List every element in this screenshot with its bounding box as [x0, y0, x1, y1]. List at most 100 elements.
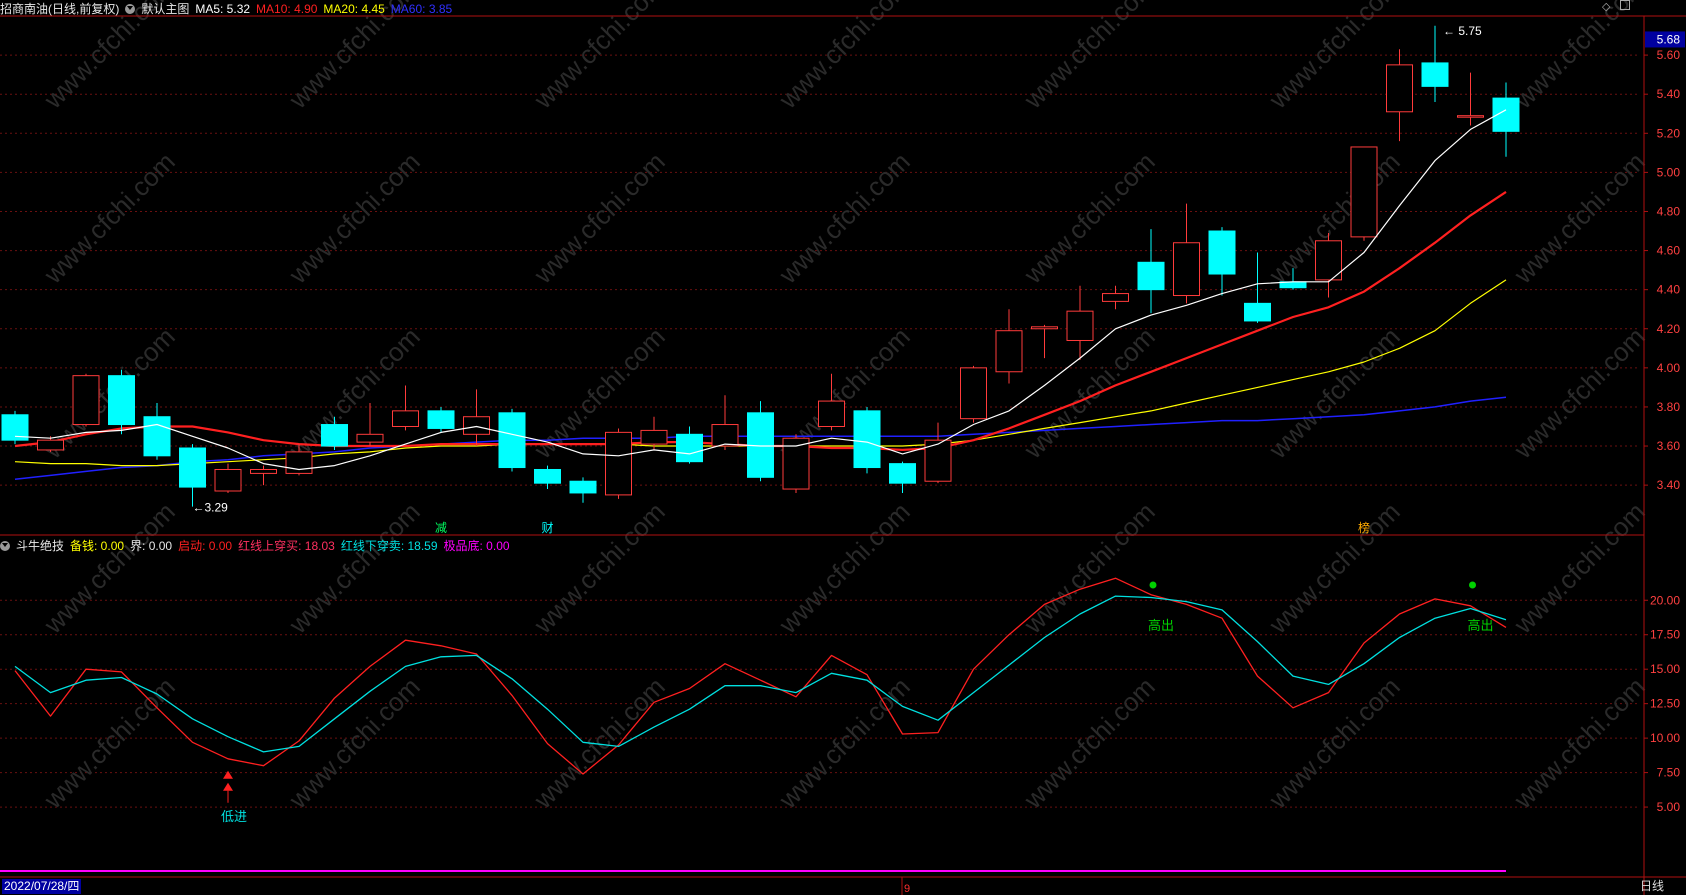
- indicator-dropdown-icon[interactable]: [0, 541, 10, 551]
- candle-body-up: [37, 439, 64, 451]
- main-tick-label: 3.40: [1657, 478, 1681, 492]
- chart-name[interactable]: 默认主图: [141, 2, 189, 16]
- ma60-label: MA60: 3.85: [390, 2, 453, 16]
- event-marker: 财: [541, 521, 553, 535]
- up-cross-label: 红线上穿买: 18.03: [238, 539, 335, 553]
- candle: [427, 406, 455, 433]
- candle-body-up: [1173, 242, 1200, 297]
- sell-signal-label: 高出: [1148, 618, 1174, 633]
- indicator-tick-label: 5.00: [1657, 800, 1681, 814]
- sell-signal-label: 高出: [1467, 618, 1493, 633]
- restore-window-icon[interactable]: [1620, 0, 1630, 10]
- indicator-name[interactable]: 斗牛绝技: [16, 539, 64, 553]
- min-price-label: ←3.29: [193, 501, 229, 515]
- main-tick-label: 5.20: [1657, 126, 1681, 140]
- indicator-tick-label: 15.00: [1650, 662, 1680, 676]
- jie-label: 界: 0.00: [130, 539, 173, 553]
- candle-body-up: [1031, 326, 1058, 330]
- main-tick-label: 4.00: [1657, 361, 1681, 375]
- candle-body-down: [853, 410, 881, 469]
- candle-body-up: [214, 468, 242, 492]
- indicator-header: 斗牛绝技 备钱: 0.00 界: 0.00 启动: 0.00 红线上穿买: 18.03 红…: [0, 537, 516, 554]
- indicator-tick-label: 20.00: [1650, 593, 1680, 607]
- main-tick-label: 4.80: [1657, 204, 1681, 218]
- main-tick-label: 4.60: [1657, 244, 1681, 258]
- candle-body-up: [463, 416, 490, 435]
- main-tick-label: 3.60: [1657, 439, 1681, 453]
- candle-body-up: [356, 433, 384, 443]
- main-tick-label: 3.80: [1657, 400, 1681, 414]
- period-tab[interactable]: 日线: [1640, 879, 1664, 894]
- diamond-icon[interactable]: ◇: [1602, 0, 1610, 13]
- beixian-label: 备钱: 0.00: [70, 539, 125, 553]
- main-tick-label: 5.40: [1657, 87, 1681, 101]
- candle-body-up: [640, 429, 668, 445]
- candle: [108, 369, 135, 435]
- main-tick-label: 5.00: [1657, 165, 1681, 179]
- candle-body-down: [676, 433, 703, 463]
- candle: [782, 434, 810, 493]
- candle-body-up: [960, 367, 987, 420]
- candle-body-up: [392, 410, 419, 427]
- candle-body-down: [569, 480, 597, 494]
- candle-body-up: [1350, 146, 1378, 238]
- candle-body-down: [1244, 302, 1271, 322]
- indicator-tick-label: 17.50: [1650, 628, 1680, 642]
- candle: [853, 406, 881, 474]
- main-tick-label: 4.40: [1657, 283, 1681, 297]
- ma10-label: MA10: 4.90: [256, 2, 318, 16]
- current-price-label: 5.68: [1657, 32, 1681, 46]
- candle-body-down: [179, 447, 206, 488]
- candle: [605, 428, 632, 499]
- indicator-tick-label: 10.00: [1650, 731, 1680, 745]
- candle-body-down: [1137, 261, 1165, 291]
- bottom-label: 极品底: 0.00: [443, 539, 510, 553]
- down-cross-label: 红线下穿卖: 18.59: [340, 539, 438, 553]
- candle-body-up: [605, 431, 632, 496]
- candle: [1, 410, 29, 445]
- candle-body-up: [1102, 293, 1129, 302]
- candle-body-up: [285, 451, 313, 474]
- candle-body-down: [889, 463, 916, 484]
- date-readout: 2022/07/28/四: [2, 879, 82, 894]
- candle-body-up: [1386, 64, 1413, 113]
- candle: [960, 365, 987, 423]
- dropdown-icon[interactable]: [125, 4, 136, 14]
- candle-body-down: [321, 424, 348, 447]
- candle-body-down: [108, 375, 135, 426]
- candle: [498, 408, 526, 472]
- main-chart-header: 招商南油(日线,前复权) 默认主图 MA5: 5.32 MA10: 4.90 MA20:…: [0, 0, 458, 16]
- candle-body-up: [72, 375, 100, 426]
- candle-body-up: [818, 400, 845, 427]
- sell-dot-icon: [1149, 581, 1157, 589]
- candle-body-up: [1457, 115, 1484, 118]
- stock-title[interactable]: 招商南油(日线,前复权): [0, 2, 119, 16]
- mid-marker: 9: [904, 883, 910, 895]
- main-tick-label: 4.20: [1657, 322, 1681, 336]
- event-marker: 减: [435, 521, 447, 535]
- candle-body-up: [711, 424, 739, 447]
- candle-body-down: [498, 412, 526, 469]
- main-tick-label: 5.60: [1657, 48, 1681, 62]
- buy-signal-label: 低进: [221, 809, 247, 824]
- candle: [1350, 146, 1378, 241]
- ma20-label: MA20: 4.45: [323, 2, 385, 16]
- ma5-label: MA5: 5.32: [195, 2, 251, 16]
- candle-body-down: [1421, 62, 1449, 87]
- max-price-label: ← 5.75: [1443, 24, 1482, 38]
- chart-stage[interactable]: www.cfchi.com www.cfchi.com www.cfchi.com w…: [0, 0, 1686, 895]
- candle-body-down: [143, 416, 171, 457]
- candle-body-up: [1066, 310, 1094, 341]
- candle-body-down: [534, 468, 561, 484]
- sell-dot-icon: [1469, 581, 1476, 589]
- candle-body-down: [427, 410, 455, 429]
- indicator-tick-label: 7.50: [1657, 766, 1681, 780]
- indicator-tick-label: 12.50: [1650, 697, 1680, 711]
- candle: [747, 401, 774, 482]
- event-marker: 榜: [1358, 520, 1370, 535]
- qidong-label: 启动: 0.00: [178, 539, 233, 553]
- candle-body-up: [995, 330, 1023, 373]
- candle: [72, 373, 100, 427]
- candle-body-up: [250, 468, 277, 474]
- candle-body-down: [1208, 230, 1236, 275]
